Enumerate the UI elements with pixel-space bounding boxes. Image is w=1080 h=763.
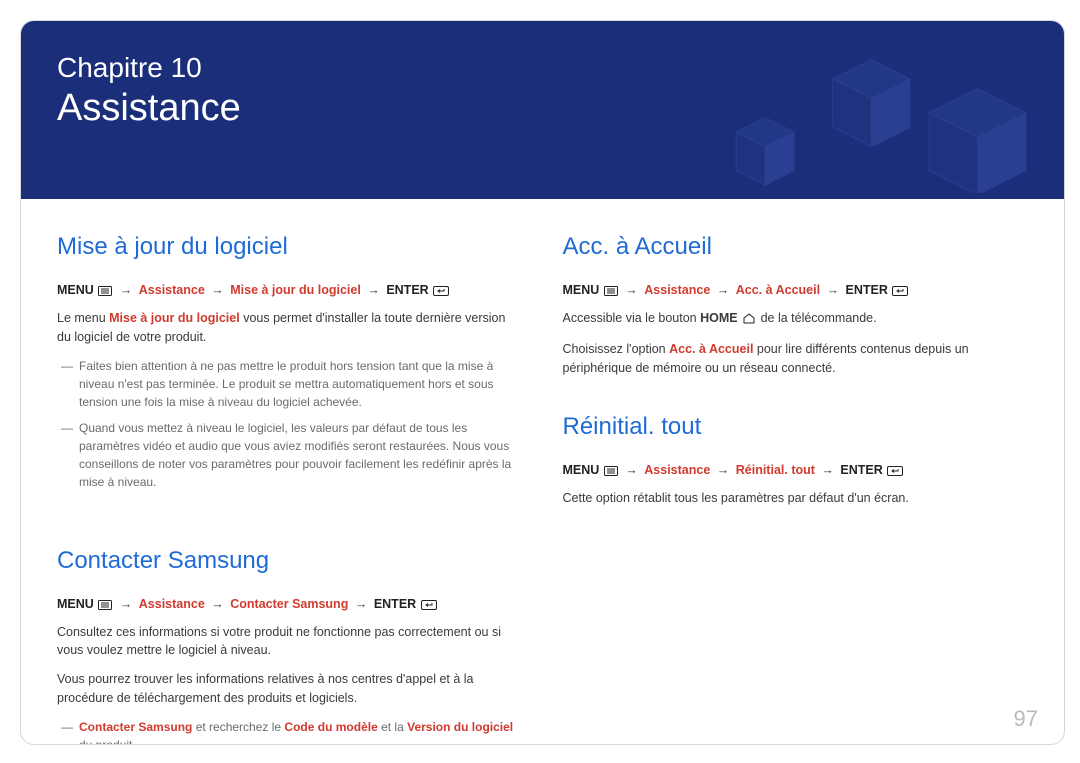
path-assistance: Assistance <box>644 283 710 297</box>
path-acc-accueil: Acc. à Accueil <box>736 283 820 297</box>
chapter-hero: Chapitre 10 Assistance <box>21 21 1064 199</box>
contact-notes: Contacter Samsung et recherchez le Code … <box>57 718 523 746</box>
menu-path-contact-samsung: MENU → Assistance → Contacter Samsung → … <box>57 597 523 613</box>
home-body-2: Choisissez l'option Acc. à Accueil pour … <box>563 340 1029 378</box>
menu-path-acc-accueil: MENU → Assistance → Acc. à Accueil → ENT… <box>563 283 1029 299</box>
contact-body-2: Vous pourrez trouver les informations re… <box>57 670 523 708</box>
arrow-icon: → <box>714 283 733 297</box>
contact-body-1: Consultez ces informations si votre prod… <box>57 623 523 661</box>
text: de la télécommande. <box>761 311 877 325</box>
chapter-label: Chapitre 10 <box>57 51 1028 85</box>
menu-path-reinitial-tout: MENU → Assistance → Réinitial. tout → EN… <box>563 463 1029 479</box>
highlight-acc-accueil: Acc. à Accueil <box>669 342 753 356</box>
path-key-menu: MENU <box>57 283 94 297</box>
highlight-mise-a-jour: Mise à jour du logiciel <box>109 311 240 325</box>
path-key-menu: MENU <box>57 597 94 611</box>
arrow-icon: → <box>818 463 837 477</box>
highlight-version-logiciel: Version du logiciel <box>407 720 513 734</box>
heading-contact-samsung: Contacter Samsung <box>57 547 523 575</box>
text: du produit. <box>79 738 136 746</box>
arrow-icon: → <box>208 597 227 611</box>
heading-software-update: Mise à jour du logiciel <box>57 233 523 261</box>
highlight-contacter-samsung: Contacter Samsung <box>79 720 192 734</box>
path-key-menu: MENU <box>563 283 600 297</box>
update-note-1: Faites bien attention à ne pas mettre le… <box>69 357 523 411</box>
enter-icon <box>433 285 449 299</box>
path-reinitial-tout: Réinitial. tout <box>736 463 815 477</box>
home-icon <box>742 311 756 330</box>
enter-icon <box>892 285 908 299</box>
arrow-icon: → <box>622 463 641 477</box>
text: Le menu <box>57 311 109 325</box>
heading-acc-accueil: Acc. à Accueil <box>563 233 1029 261</box>
arrow-icon: → <box>208 283 227 297</box>
path-key-enter: ENTER <box>846 283 888 297</box>
enter-icon <box>421 599 437 613</box>
path-assistance: Assistance <box>139 283 205 297</box>
right-column: Acc. à Accueil MENU → Assistance → Acc. … <box>563 233 1029 745</box>
arrow-icon: → <box>352 597 371 611</box>
path-mise-a-jour: Mise à jour du logiciel <box>230 283 361 297</box>
page-number: 97 <box>1014 706 1038 732</box>
arrow-icon: → <box>364 283 383 297</box>
menu-icon <box>604 465 618 479</box>
path-assistance: Assistance <box>139 597 205 611</box>
text: Choisissez l'option <box>563 342 670 356</box>
document-page: Chapitre 10 Assistance Mise à jour du lo… <box>20 20 1065 745</box>
arrow-icon: → <box>622 283 641 297</box>
menu-icon <box>98 285 112 299</box>
update-note-2: Quand vous mettez à niveau le logiciel, … <box>69 419 523 491</box>
contact-note-1: Contacter Samsung et recherchez le Code … <box>69 718 523 746</box>
arrow-icon: → <box>714 463 733 477</box>
text: Accessible via le bouton <box>563 311 701 325</box>
arrow-icon: → <box>117 597 136 611</box>
update-notes: Faites bien attention à ne pas mettre le… <box>57 357 523 491</box>
menu-path-software-update: MENU → Assistance → Mise à jour du logic… <box>57 283 523 299</box>
heading-reinitial-tout: Réinitial. tout <box>563 413 1029 441</box>
text: et la <box>378 720 407 734</box>
arrow-icon: → <box>117 283 136 297</box>
left-column: Mise à jour du logiciel MENU → Assistanc… <box>57 233 523 745</box>
content-area: Mise à jour du logiciel MENU → Assistanc… <box>21 199 1064 745</box>
path-key-menu: MENU <box>563 463 600 477</box>
path-contact-samsung: Contacter Samsung <box>230 597 348 611</box>
chapter-title: Assistance <box>57 87 1028 131</box>
key-home: HOME <box>700 311 738 325</box>
home-body-1: Accessible via le bouton HOME de la télé… <box>563 309 1029 330</box>
enter-icon <box>887 465 903 479</box>
reset-body-1: Cette option rétablit tous les paramètre… <box>563 489 1029 508</box>
text: et recherchez le <box>192 720 284 734</box>
path-key-enter: ENTER <box>386 283 428 297</box>
arrow-icon: → <box>824 283 843 297</box>
highlight-code-modele: Code du modèle <box>284 720 377 734</box>
path-assistance: Assistance <box>644 463 710 477</box>
update-body-1: Le menu Mise à jour du logiciel vous per… <box>57 309 523 347</box>
path-key-enter: ENTER <box>374 597 416 611</box>
menu-icon <box>604 285 618 299</box>
menu-icon <box>98 599 112 613</box>
path-key-enter: ENTER <box>840 463 882 477</box>
